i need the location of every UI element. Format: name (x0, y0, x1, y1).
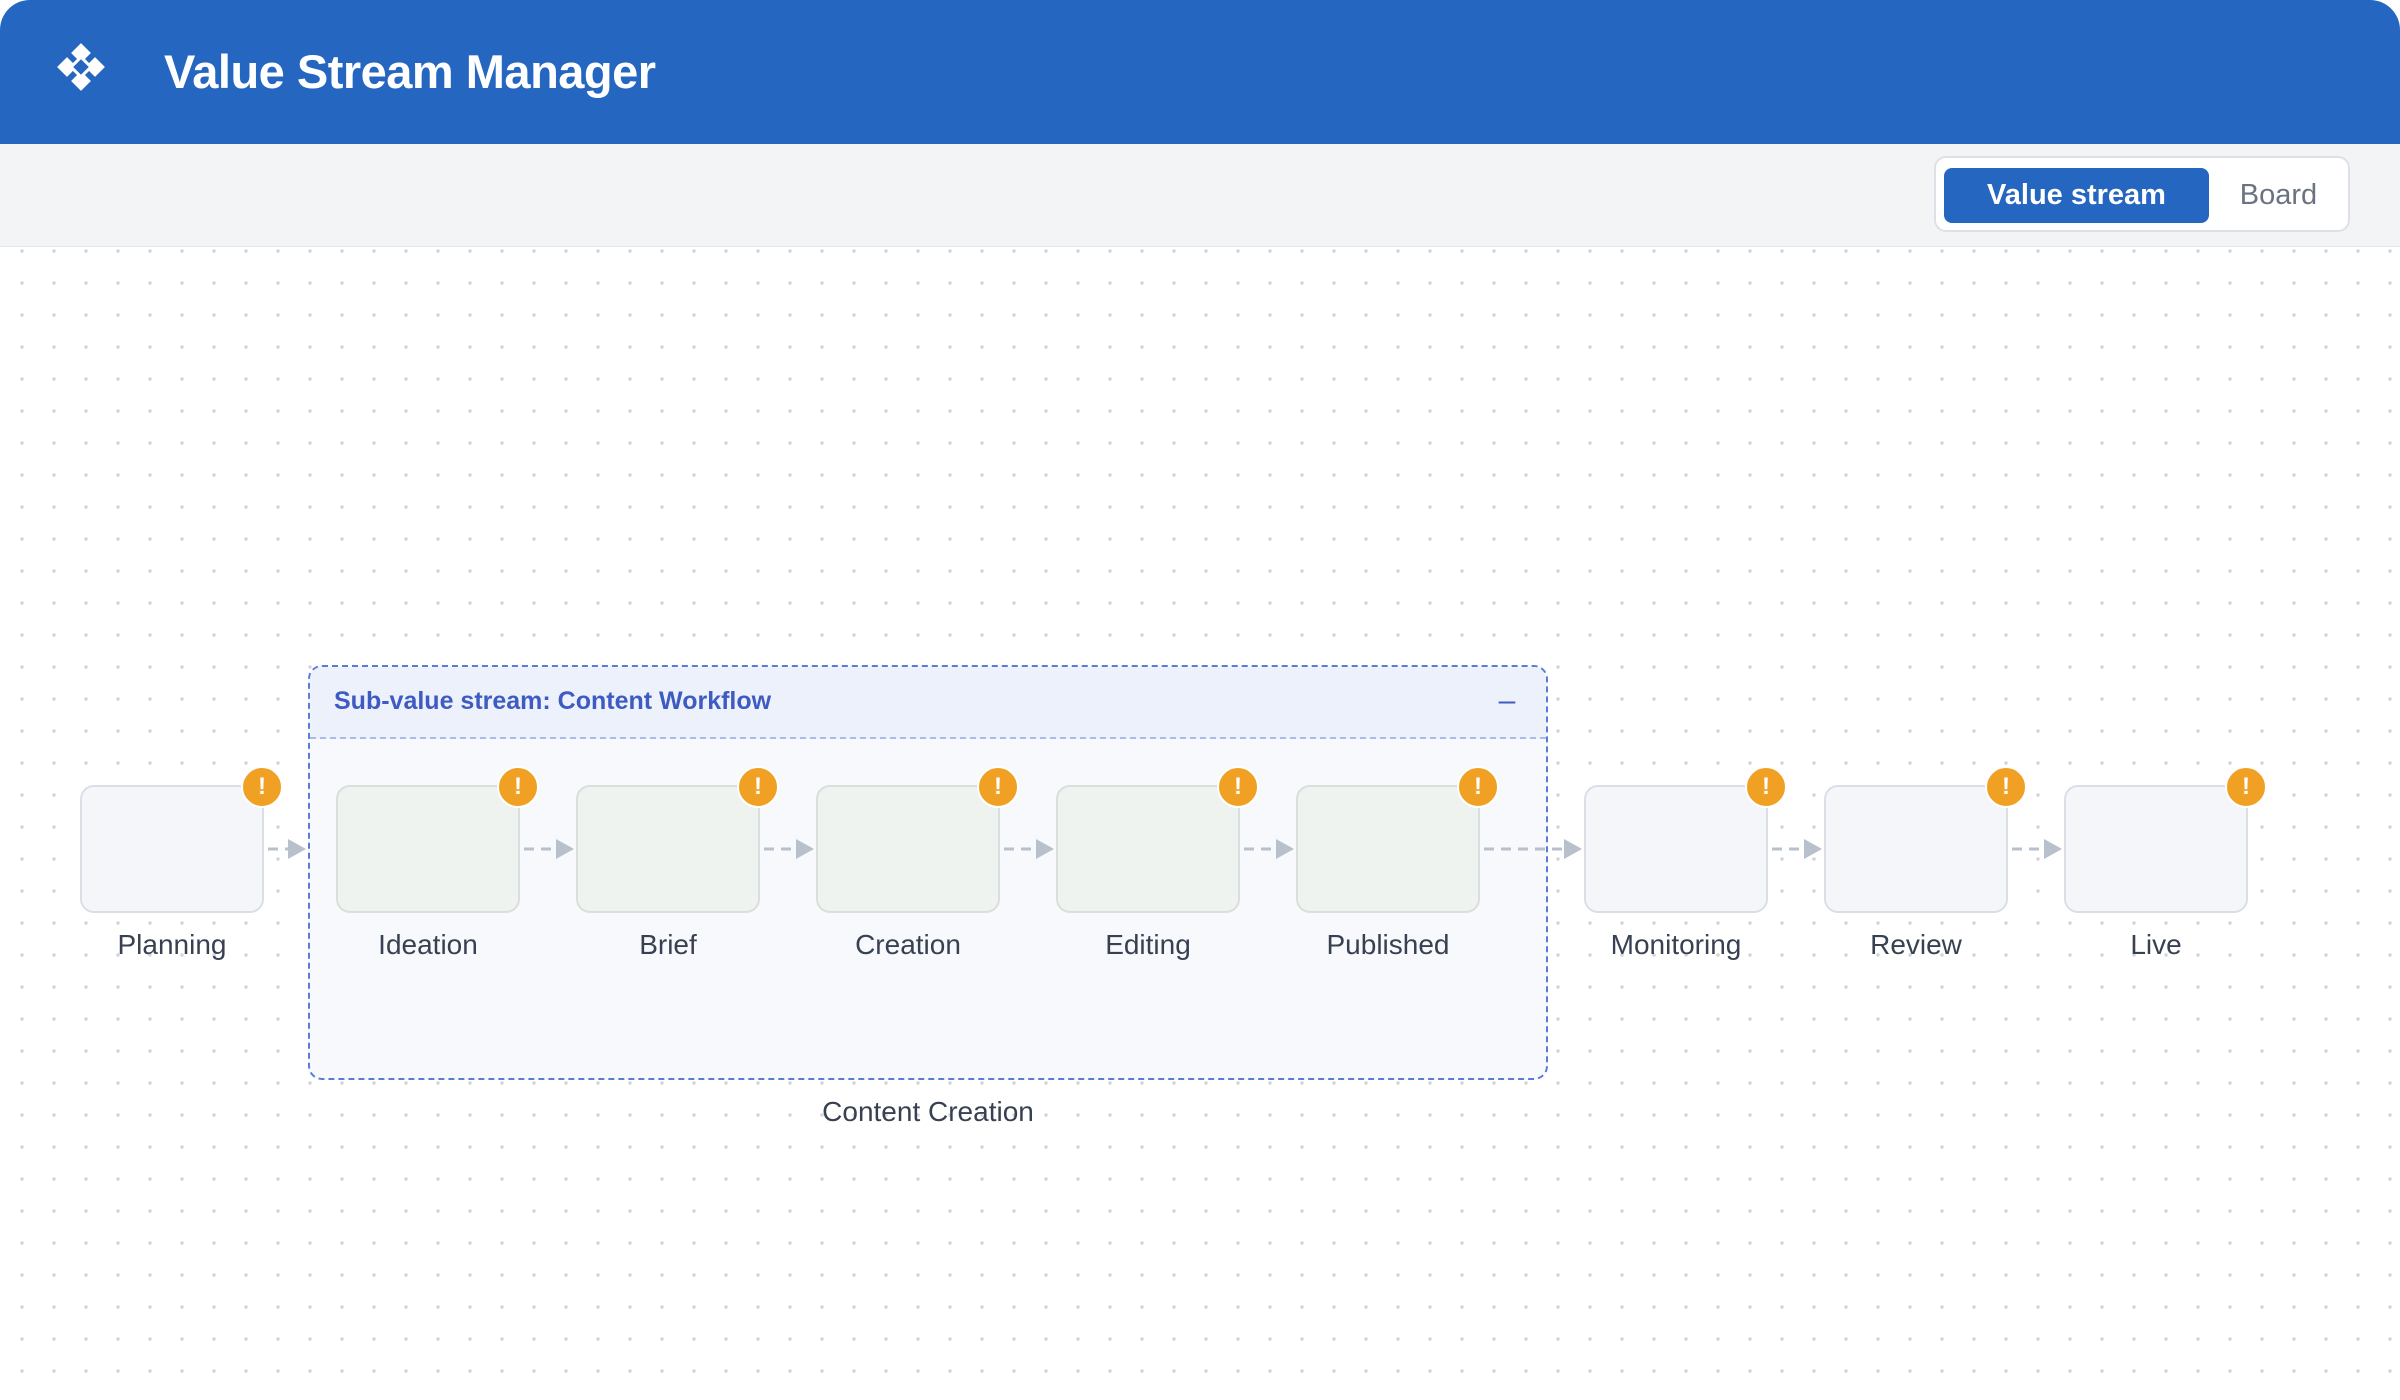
flow-connector (2008, 837, 2064, 861)
diamond-grid-icon[interactable] (52, 42, 112, 102)
warning-icon[interactable]: ! (241, 766, 283, 808)
stage-label: Live (2130, 929, 2182, 960)
dashed-arrow-icon (1244, 839, 1294, 859)
app-title: Value Stream Manager (164, 45, 656, 98)
stage-card[interactable] (80, 785, 264, 913)
toolbar: Value stream Board (0, 144, 2400, 247)
collapse-button[interactable]: – (1492, 683, 1522, 719)
stage-label: Ideation (378, 929, 478, 960)
flow-connector (1240, 837, 1296, 861)
flow-connector (760, 837, 816, 861)
stage-card[interactable] (1584, 785, 1768, 913)
stage-label: Published (1326, 929, 1450, 960)
stage-card[interactable] (816, 785, 1000, 913)
stage-monitoring[interactable]: Monitoring! (1584, 766, 1787, 960)
flow-connector (1768, 837, 1824, 861)
stage-card[interactable] (576, 785, 760, 913)
stage-card[interactable] (2064, 785, 2248, 913)
dashed-arrow-icon (1004, 839, 1054, 859)
warning-icon[interactable]: ! (497, 766, 539, 808)
stage-ideation[interactable]: Ideation! (336, 766, 539, 960)
warning-icon[interactable]: ! (977, 766, 1019, 808)
stage-card[interactable] (336, 785, 520, 913)
stage-label: Editing (1105, 929, 1191, 960)
flow-connector (1480, 837, 1584, 861)
stage-card[interactable] (1296, 785, 1480, 913)
stage-editing[interactable]: Editing! (1056, 766, 1259, 960)
stage-creation[interactable]: Creation! (816, 766, 1019, 960)
flow-connector (520, 837, 576, 861)
dashed-arrow-icon (268, 839, 306, 859)
dashed-arrow-icon (2012, 839, 2062, 859)
warning-icon[interactable]: ! (737, 766, 779, 808)
view-toggle: Value stream Board (1934, 156, 2350, 232)
stage-live[interactable]: Live! (2064, 766, 2267, 960)
stage-brief[interactable]: Brief! (576, 766, 779, 960)
dashed-arrow-icon (764, 839, 814, 859)
app-window: Value Stream Manager Value stream Board … (0, 0, 2400, 1400)
warning-icon[interactable]: ! (1985, 766, 2027, 808)
stage-card[interactable] (1056, 785, 1240, 913)
dashed-arrow-icon (524, 839, 574, 859)
flow-connector (264, 837, 308, 861)
subgroup-label: Content Creation (822, 1096, 1034, 1127)
warning-icon[interactable]: ! (1217, 766, 1259, 808)
app-header: Value Stream Manager (0, 0, 2400, 144)
stage-label: Creation (855, 929, 961, 960)
board-toggle-button[interactable]: Board (2216, 168, 2341, 223)
stage-planning[interactable]: Planning! (80, 766, 283, 960)
dashed-arrow-icon (1772, 839, 1822, 859)
stage-label: Monitoring (1610, 929, 1742, 960)
stage-label: Review (1870, 929, 1962, 960)
stage-label: Planning (117, 929, 227, 960)
value-stream-toggle-button[interactable]: Value stream (1944, 168, 2209, 223)
stage-label: Brief (639, 929, 697, 960)
warning-icon[interactable]: ! (2225, 766, 2267, 808)
stage-published[interactable]: Published! (1296, 766, 1499, 960)
dashed-arrow-icon (1484, 839, 1582, 859)
stage-card[interactable] (1824, 785, 2008, 913)
flow-connector (1000, 837, 1056, 861)
warning-icon[interactable]: ! (1745, 766, 1787, 808)
subgroup-header: Sub-value stream: Content Workflow – (310, 667, 1546, 739)
subgroup-title: Sub-value stream: Content Workflow (334, 687, 772, 715)
warning-icon[interactable]: ! (1457, 766, 1499, 808)
stage-review[interactable]: Review! (1824, 766, 2027, 960)
